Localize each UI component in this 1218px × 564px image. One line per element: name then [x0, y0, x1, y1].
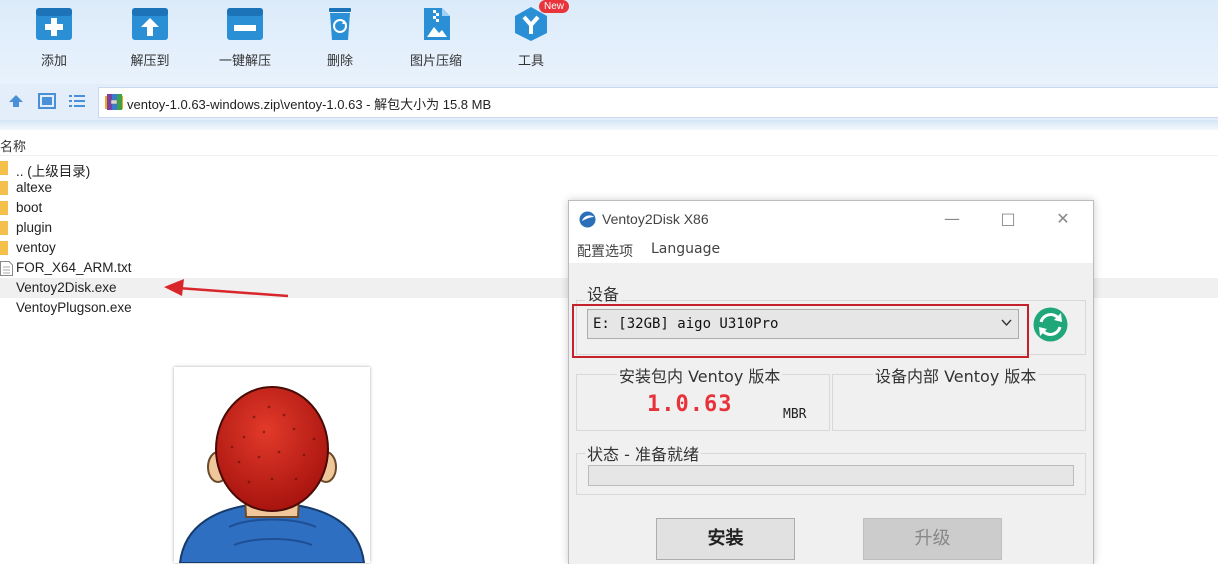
status-label: 状态 - 准备就绪: [585, 441, 701, 465]
menu-bar: 配置选项 Language: [569, 237, 1093, 263]
device-label: 设备: [585, 281, 622, 305]
toolbar: 添加 解压到 一键解压 删除 图片压缩 New 工具: [0, 0, 1218, 84]
up-arrow-icon[interactable]: [8, 93, 24, 109]
folder-icon: [0, 161, 8, 175]
list-item[interactable]: altexe: [0, 178, 1218, 198]
folder-icon: [0, 181, 8, 195]
red-arrow-annotation: [164, 279, 289, 298]
ventoy-app-icon: [579, 211, 596, 228]
folder-icon: [0, 221, 8, 235]
ventoy2disk-window: Ventoy2Disk X86 — □ ✕ 配置选项 Language 设备 E…: [568, 200, 1094, 564]
file-name: VentoyPlugson.exe: [16, 300, 132, 315]
file-name: ventoy: [16, 240, 56, 255]
toolbar-image-compress[interactable]: 图片压缩: [396, 6, 476, 69]
window-title: Ventoy2Disk X86: [602, 211, 709, 227]
list-item[interactable]: .. (上级目录): [0, 158, 1218, 179]
toolbar-delete[interactable]: 删除: [300, 6, 380, 69]
file-name: Ventoy2Disk.exe: [16, 280, 117, 295]
refresh-icon[interactable]: [1032, 306, 1069, 343]
toolbar-add[interactable]: 添加: [14, 6, 94, 69]
delete-icon: [329, 8, 351, 40]
extract-to-icon: [132, 8, 168, 40]
path-text: ventoy-1.0.63-windows.zip\ventoy-1.0.63 …: [127, 97, 492, 112]
minimize-icon[interactable]: —: [937, 207, 967, 231]
install-button[interactable]: 安装: [656, 518, 795, 560]
toolbar-extract-to-label: 解压到: [130, 54, 170, 69]
file-name: altexe: [16, 180, 53, 195]
package-version-label: 安装包内 Ventoy 版本: [617, 363, 783, 387]
zip-archive-icon: [105, 94, 123, 110]
file-name: .. (上级目录): [16, 164, 91, 179]
toolbar-one-click-extract[interactable]: 一键解压: [205, 6, 285, 69]
avatar-picture: [174, 367, 370, 563]
device-version-label: 设备内部 Ventoy 版本: [873, 363, 1039, 387]
file-name: FOR_X64_ARM.txt: [16, 260, 132, 275]
folder-icon: [0, 241, 8, 255]
toolbar-image-compress-label: 图片压缩: [409, 54, 462, 69]
file-name: boot: [16, 200, 43, 215]
header-separator: [0, 120, 1218, 130]
upgrade-button[interactable]: 升级: [863, 518, 1002, 560]
toolbar-one-click-extract-label: 一键解压: [218, 54, 271, 69]
column-header-divider: [0, 155, 1218, 156]
menu-options[interactable]: 配置选项: [577, 241, 633, 261]
column-header-name[interactable]: 名称: [0, 136, 26, 155]
chevron-down-icon: [1001, 319, 1012, 327]
device-select[interactable]: E: [32GB] aigo U310Pro: [587, 309, 1019, 339]
device-select-value: E: [32GB] aigo U310Pro: [593, 316, 779, 332]
head-back-illustration: [178, 386, 366, 563]
maximize-icon[interactable]: □: [993, 207, 1023, 231]
view-thumbnail-icon[interactable]: [38, 93, 56, 109]
close-icon[interactable]: ✕: [1048, 207, 1078, 231]
view-list-icon[interactable]: [68, 93, 86, 109]
folder-icon: [0, 201, 8, 215]
image-compress-icon: [424, 8, 450, 40]
path-bar[interactable]: ventoy-1.0.63-windows.zip\ventoy-1.0.63 …: [98, 87, 1218, 118]
toolbar-tools[interactable]: New 工具: [491, 0, 571, 69]
toolbar-tools-label: 工具: [517, 54, 544, 69]
toolbar-extract-to[interactable]: 解压到: [110, 6, 190, 69]
progress-bar: [588, 465, 1074, 486]
one-click-extract-icon: [227, 8, 263, 40]
add-icon: [36, 8, 72, 40]
window-titlebar[interactable]: Ventoy2Disk X86 — □ ✕: [569, 201, 1093, 237]
toolbar-delete-label: 删除: [326, 54, 353, 69]
partition-style: MBR: [783, 407, 807, 422]
package-version-value: 1.0.63: [647, 392, 733, 417]
text-file-icon: [0, 261, 13, 276]
menu-language[interactable]: Language: [651, 241, 720, 257]
file-name: plugin: [16, 220, 53, 235]
toolbar-add-label: 添加: [40, 54, 67, 69]
new-badge: New: [539, 0, 570, 13]
address-row: ventoy-1.0.63-windows.zip\ventoy-1.0.63 …: [0, 84, 1218, 120]
